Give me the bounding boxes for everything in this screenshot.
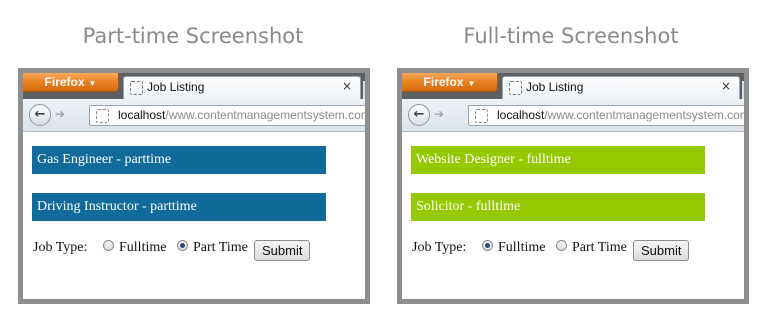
- url-text: localhost/www.contentmanagementsystem.co…: [497, 108, 744, 122]
- tab-job-listing[interactable]: Job Listing ×: [123, 76, 361, 99]
- radio-part-time[interactable]: [556, 240, 567, 251]
- url-path: /www.contentmanagementsystem.com: [544, 108, 744, 122]
- caption-part-time: Part-time Screenshot: [82, 24, 304, 48]
- page-icon: [475, 109, 488, 123]
- radio-fulltime[interactable]: [103, 240, 114, 251]
- url-host: localhost: [118, 108, 166, 122]
- job-type-label: Job Type:: [33, 240, 88, 255]
- dropdown-arrow-icon: ▼: [467, 79, 476, 88]
- tab-title: Job Listing: [526, 80, 584, 94]
- close-icon[interactable]: ×: [721, 79, 731, 93]
- forward-arrow-icon[interactable]: ➔: [434, 107, 444, 121]
- tab-title: Job Listing: [147, 80, 205, 94]
- radio-fulltime-label: Fulltime: [119, 240, 167, 255]
- screenshot-frame-part-time: Firefox ▼ Job Listing × ← ➔ localhost/www…: [18, 68, 370, 304]
- tab-job-listing[interactable]: Job Listing ×: [502, 76, 740, 99]
- navigation-bar: ← ➔ localhost/www.contentmanagementsyste…: [23, 99, 365, 132]
- page-icon: [96, 109, 109, 123]
- back-arrow-icon[interactable]: ←: [408, 104, 430, 126]
- page-icon: [509, 81, 522, 95]
- page-content: Gas Engineer - parttime Driving Instruct…: [23, 132, 365, 299]
- next-tab-edge: [742, 81, 744, 99]
- browser-window: Firefox ▼ Job Listing × ← ➔ localhost/www…: [402, 73, 744, 299]
- job-listing-item[interactable]: Solicitor - fulltime: [411, 193, 705, 221]
- radio-part-time[interactable]: [177, 240, 188, 251]
- navigation-bar: ← ➔ localhost/www.contentmanagementsyste…: [402, 99, 744, 132]
- firefox-menu-button[interactable]: Firefox ▼: [23, 73, 119, 92]
- url-path: /www.contentmanagementsystem.com: [165, 108, 365, 122]
- browser-window: Firefox ▼ Job Listing × ← ➔ localhost/www…: [23, 73, 365, 299]
- job-type-label: Job Type:: [412, 240, 467, 255]
- close-icon[interactable]: ×: [342, 79, 352, 93]
- radio-fulltime[interactable]: [482, 240, 493, 251]
- radio-fulltime-label: Fulltime: [498, 240, 546, 255]
- tab-strip: Firefox ▼ Job Listing ×: [402, 73, 744, 99]
- job-listing-item[interactable]: Website Designer - fulltime: [411, 146, 705, 174]
- url-host: localhost: [497, 108, 545, 122]
- radio-part-time-label: Part Time: [193, 240, 248, 255]
- firefox-menu-button[interactable]: Firefox ▼: [402, 73, 498, 92]
- url-bar[interactable]: localhost/www.contentmanagementsystem.co…: [468, 105, 744, 126]
- firefox-menu-label: Firefox: [423, 75, 464, 89]
- page-content: Website Designer - fulltime Solicitor - …: [402, 132, 744, 299]
- firefox-menu-label: Firefox: [44, 75, 85, 89]
- submit-button[interactable]: Submit: [254, 240, 311, 261]
- screenshot-frame-full-time: Firefox ▼ Job Listing × ← ➔ localhost/www…: [397, 68, 749, 304]
- forward-arrow-icon[interactable]: ➔: [55, 107, 65, 121]
- back-arrow-icon[interactable]: ←: [29, 104, 51, 126]
- dropdown-arrow-icon: ▼: [88, 79, 97, 88]
- radio-part-time-label: Part Time: [572, 240, 627, 255]
- next-tab-edge: [363, 81, 365, 99]
- job-listing-item[interactable]: Gas Engineer - parttime: [32, 146, 326, 174]
- caption-full-time: Full-time Screenshot: [463, 24, 679, 48]
- page-icon: [130, 81, 143, 95]
- tab-strip: Firefox ▼ Job Listing ×: [23, 73, 365, 99]
- url-text: localhost/www.contentmanagementsystem.co…: [118, 108, 365, 122]
- url-bar[interactable]: localhost/www.contentmanagementsystem.co…: [89, 105, 365, 126]
- job-listing-item[interactable]: Driving Instructor - parttime: [32, 193, 326, 221]
- submit-button[interactable]: Submit: [633, 240, 690, 261]
